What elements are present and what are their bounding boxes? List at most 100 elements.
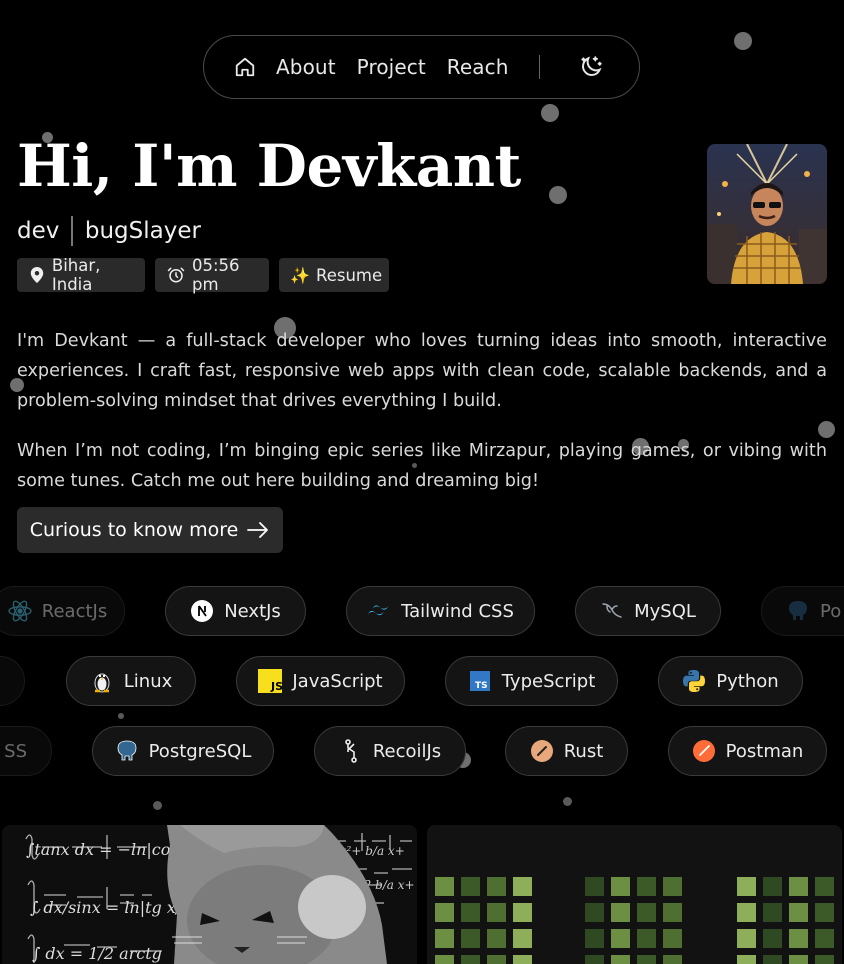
skill-label: SS bbox=[4, 740, 27, 762]
map-pin-icon bbox=[29, 266, 45, 284]
know-more-button[interactable]: Curious to know more bbox=[17, 507, 283, 553]
contribution-cell bbox=[611, 955, 630, 964]
contribution-cell bbox=[789, 929, 808, 948]
contribution-cell bbox=[585, 955, 604, 964]
sparkles-icon: ✨ bbox=[290, 265, 310, 285]
roles: dev bugSlayer bbox=[17, 216, 201, 246]
contribution-graph-card bbox=[427, 825, 842, 964]
moon-stars-icon[interactable] bbox=[578, 54, 604, 80]
skill-nextjs: NextJs bbox=[165, 586, 306, 636]
postman-icon bbox=[692, 739, 716, 763]
tailwind-icon bbox=[367, 599, 391, 623]
react-icon bbox=[8, 599, 32, 623]
mysql-icon bbox=[600, 599, 624, 623]
contribution-cell bbox=[435, 929, 454, 948]
skill-python: Python bbox=[658, 656, 803, 706]
skill-label: Rust bbox=[563, 740, 604, 762]
skill-label: RecoilJs bbox=[372, 740, 442, 762]
contribution-cell bbox=[513, 877, 532, 896]
skill-label: Tailwind CSS bbox=[401, 600, 514, 622]
skill-postman: Postman bbox=[668, 726, 827, 776]
location-text: Bihar, India bbox=[51, 256, 101, 294]
contribution-cell bbox=[663, 955, 682, 964]
role-dev: dev bbox=[17, 218, 60, 244]
contribution-cell bbox=[637, 903, 656, 922]
python-icon bbox=[682, 669, 706, 693]
home-icon[interactable] bbox=[234, 56, 256, 78]
time-text: 05:56 pm bbox=[192, 256, 240, 294]
skill-label: TypeScript bbox=[501, 670, 596, 692]
skill-label: JavaScript bbox=[292, 670, 383, 692]
arrow-right-icon bbox=[247, 522, 269, 538]
skill-label: Linux bbox=[123, 670, 173, 692]
contribution-cell bbox=[487, 877, 506, 896]
time-chip: 05:56 pm bbox=[155, 256, 269, 294]
skill-partial-left bbox=[0, 656, 25, 706]
contribution-cell bbox=[663, 929, 682, 948]
contribution-cell bbox=[737, 903, 756, 922]
contribution-cell bbox=[737, 877, 756, 896]
contribution-cell bbox=[513, 903, 532, 922]
skill-label: Po bbox=[820, 600, 842, 622]
contribution-cell bbox=[461, 955, 480, 964]
about-paragraph-1: I'm Devkant — a full-stack developer who… bbox=[17, 331, 827, 411]
recoil-icon bbox=[339, 739, 363, 763]
contribution-cell bbox=[789, 955, 808, 964]
info-chips: Bihar, India 05:56 pm ✨ Resume bbox=[17, 256, 389, 294]
contribution-cell bbox=[763, 903, 782, 922]
resume-chip[interactable]: ✨ Resume bbox=[279, 258, 389, 292]
skill-css-partial: SS bbox=[0, 726, 52, 776]
contribution-cell bbox=[461, 929, 480, 948]
contribution-cell bbox=[461, 903, 480, 922]
contribution-cell bbox=[611, 929, 630, 948]
contribution-cell bbox=[789, 877, 808, 896]
rust-icon bbox=[530, 739, 554, 763]
svg-text:∫ dx = 1/2 arctg: ∫ dx = 1/2 arctg bbox=[32, 944, 162, 963]
nextjs-icon bbox=[190, 599, 214, 623]
nav-about[interactable]: About bbox=[276, 55, 336, 79]
contribution-cell bbox=[815, 929, 834, 948]
contribution-cell bbox=[815, 955, 834, 964]
know-more-label: Curious to know more bbox=[29, 519, 239, 541]
contribution-cell bbox=[435, 955, 454, 964]
contribution-cell bbox=[611, 877, 630, 896]
contribution-cell bbox=[637, 955, 656, 964]
postgresql-icon bbox=[115, 739, 139, 763]
contribution-cell bbox=[763, 955, 782, 964]
svg-text:JS: JS bbox=[270, 680, 282, 693]
svg-text:TS: TS bbox=[475, 681, 488, 691]
location-chip: Bihar, India bbox=[17, 256, 145, 294]
skill-postgres-partial: Po bbox=[761, 586, 844, 636]
contribution-cell bbox=[585, 903, 604, 922]
contribution-cell bbox=[435, 877, 454, 896]
skill-recoiljs: RecoilJs bbox=[314, 726, 466, 776]
role-divider bbox=[71, 216, 73, 246]
skill-javascript: JS JavaScript bbox=[236, 656, 405, 706]
nav-reach[interactable]: Reach bbox=[447, 55, 509, 79]
skill-tailwind: Tailwind CSS bbox=[346, 586, 535, 636]
top-nav: About Project Reach bbox=[203, 35, 640, 99]
contribution-cell bbox=[611, 903, 630, 922]
skill-label: NextJs bbox=[224, 600, 281, 622]
contribution-cell bbox=[487, 955, 506, 964]
contribution-cell bbox=[513, 955, 532, 964]
contribution-cell bbox=[763, 929, 782, 948]
nav-project[interactable]: Project bbox=[357, 55, 426, 79]
skill-label: Postman bbox=[725, 740, 804, 762]
about-paragraph-2: When I’m not coding, I’m binging epic se… bbox=[17, 441, 827, 491]
contribution-cell bbox=[585, 877, 604, 896]
resume-text: Resume bbox=[316, 265, 383, 285]
contribution-cell bbox=[487, 903, 506, 922]
contribution-cell bbox=[789, 903, 808, 922]
contribution-cell bbox=[663, 903, 682, 922]
typescript-icon: TS bbox=[468, 669, 492, 693]
skill-mysql: MySQL bbox=[575, 586, 721, 636]
contribution-cell bbox=[637, 929, 656, 948]
contribution-cell bbox=[737, 955, 756, 964]
postgres-icon bbox=[786, 599, 810, 623]
linux-tux-icon bbox=[90, 669, 114, 693]
skill-label: PostgreSQL bbox=[148, 740, 252, 762]
contribution-cell bbox=[763, 877, 782, 896]
skill-postgresql: PostgreSQL bbox=[92, 726, 274, 776]
skill-label: Python bbox=[716, 670, 779, 692]
